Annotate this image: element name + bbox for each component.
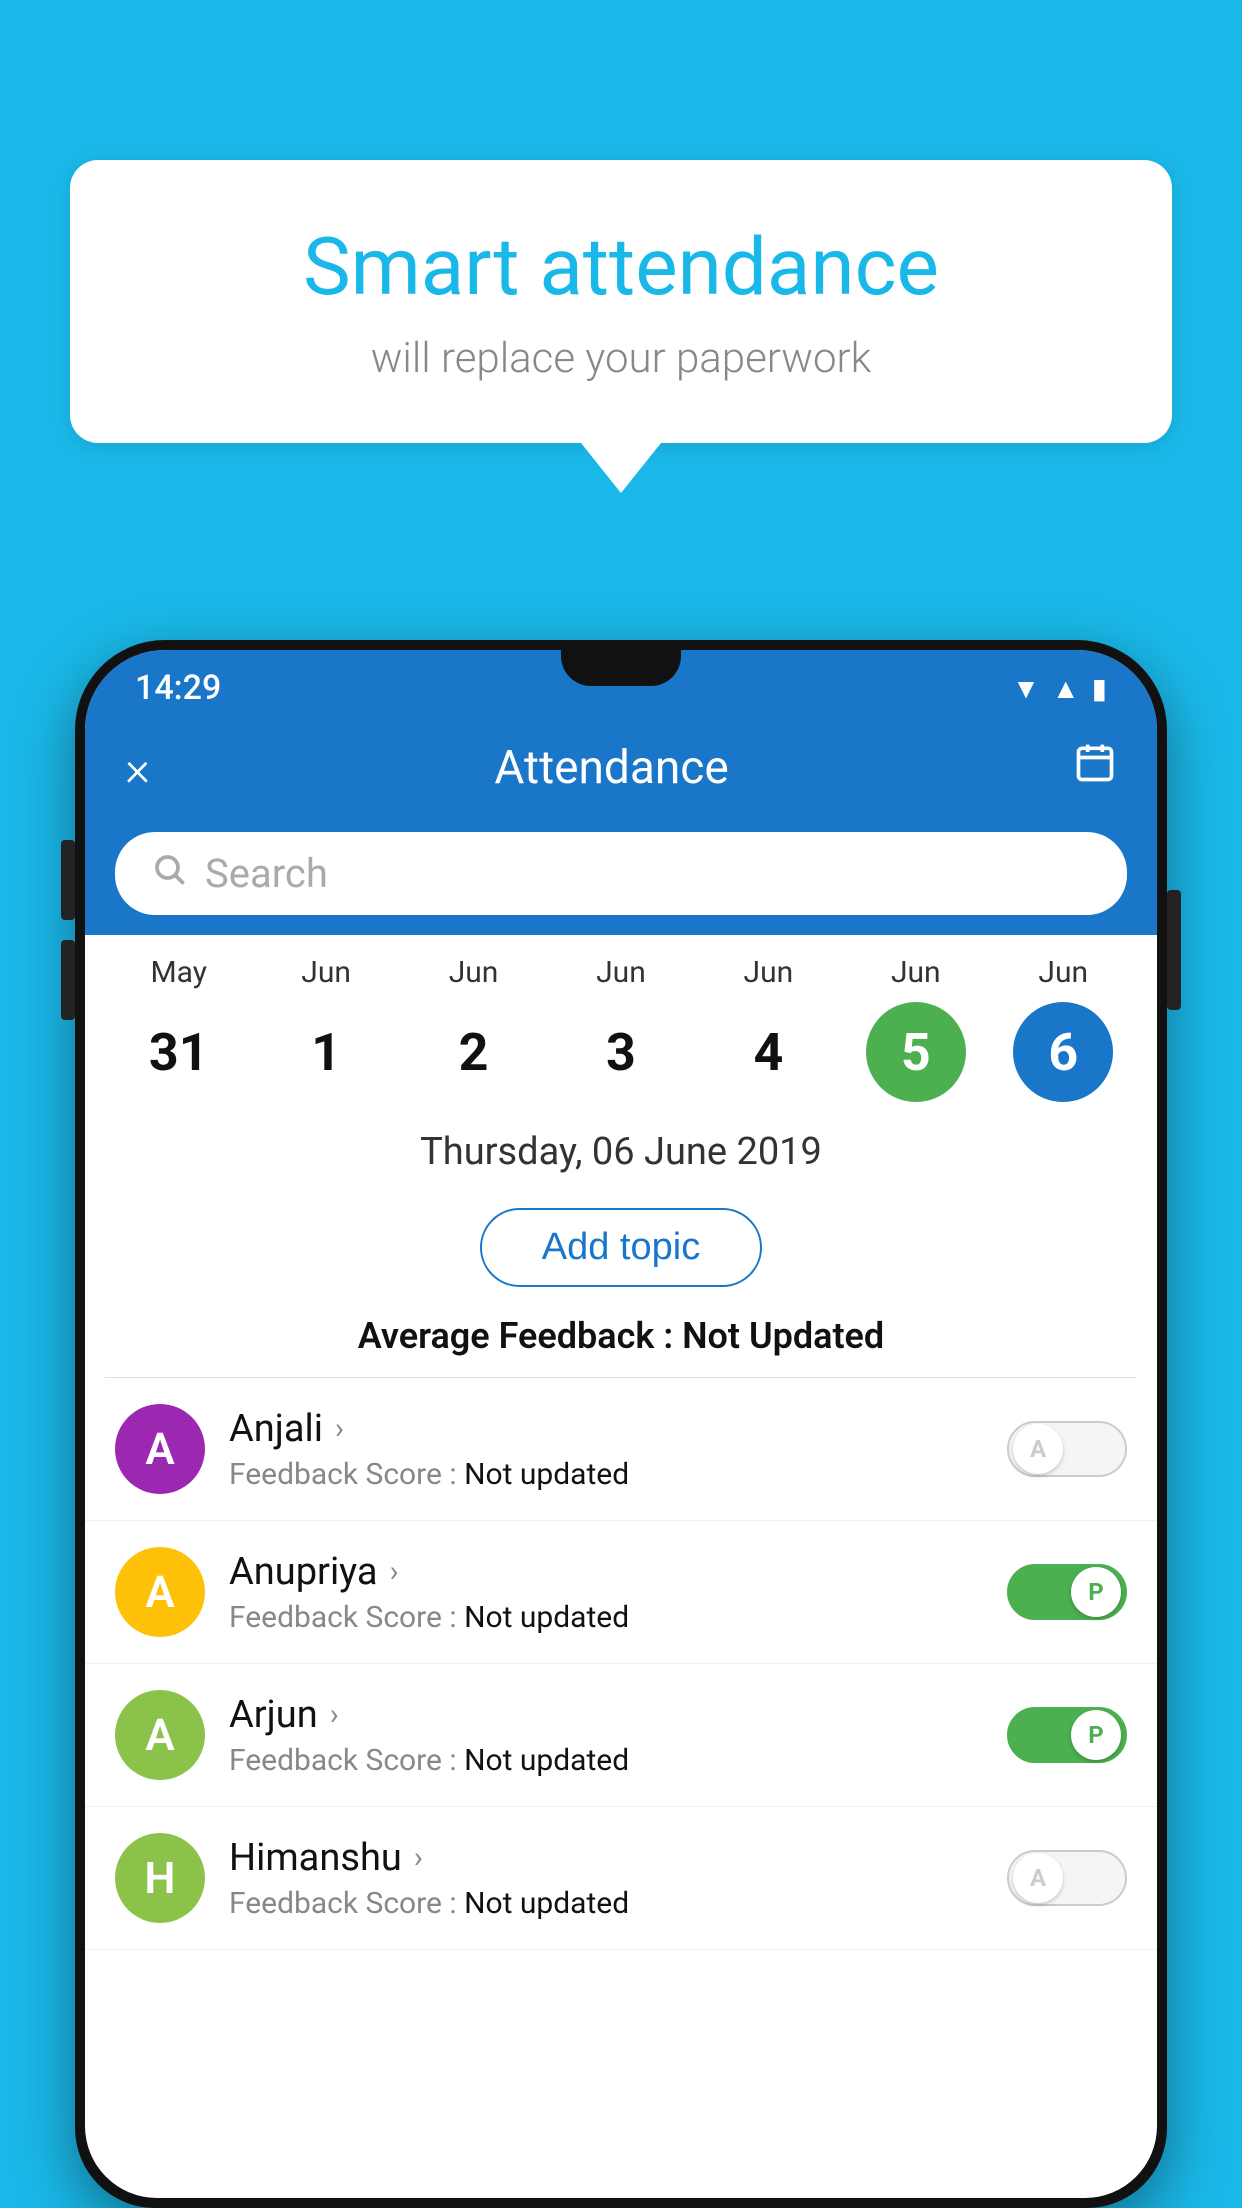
search-bar-container: Search <box>85 818 1157 935</box>
student-feedback: Feedback Score : Not updated <box>229 1457 983 1492</box>
cal-day: 4 <box>718 1002 818 1102</box>
cal-month: May <box>150 955 206 990</box>
cal-month: Jun <box>1038 955 1088 990</box>
student-feedback: Feedback Score : Not updated <box>229 1886 983 1921</box>
avatar: A <box>115 1547 205 1637</box>
student-info[interactable]: Anupriya › Feedback Score : Not updated <box>229 1550 983 1635</box>
calendar-item-may31[interactable]: May 31 <box>114 955 244 1102</box>
add-topic-container: Add topic <box>85 1190 1157 1305</box>
wifi-icon: ▼ <box>1012 672 1040 705</box>
speech-bubble: Smart attendance will replace your paper… <box>70 160 1172 493</box>
chevron-right-icon: › <box>414 1840 423 1875</box>
app-header: × Attendance <box>85 718 1157 818</box>
toggle-thumb: A <box>1013 1853 1063 1903</box>
date-info: Thursday, 06 June 2019 <box>85 1102 1157 1190</box>
toggle-thumb: P <box>1071 1710 1121 1760</box>
avg-feedback-value: Not Updated <box>682 1315 884 1357</box>
phone-screen: 14:29 ▼ ▲ ▮ × Attendance <box>85 650 1157 2198</box>
avatar: H <box>115 1833 205 1923</box>
toggle-off[interactable]: A <box>1007 1421 1127 1477</box>
calendar-item-jun4[interactable]: Jun 4 <box>703 955 833 1102</box>
calendar-item-jun3[interactable]: Jun 3 <box>556 955 686 1102</box>
cal-month: Jun <box>596 955 646 990</box>
avg-feedback-label: Average Feedback : <box>358 1315 673 1357</box>
attendance-toggle[interactable]: A <box>1007 1850 1127 1906</box>
cal-month: Jun <box>744 955 794 990</box>
student-info[interactable]: Himanshu › Feedback Score : Not updated <box>229 1836 983 1921</box>
toggle-on[interactable]: P <box>1007 1707 1127 1763</box>
calendar-item-jun5[interactable]: Jun 5 <box>851 955 981 1102</box>
student-feedback: Feedback Score : Not updated <box>229 1600 983 1635</box>
cal-day: 31 <box>129 1002 229 1102</box>
volume-down-button <box>61 940 75 1020</box>
avg-feedback: Average Feedback : Not Updated <box>85 1305 1157 1377</box>
cal-day-today: 6 <box>1013 1002 1113 1102</box>
chevron-right-icon: › <box>335 1411 344 1446</box>
list-item: H Himanshu › Feedback Score : Not update… <box>85 1807 1157 1950</box>
student-name: Anjali › <box>229 1407 983 1451</box>
avatar: A <box>115 1690 205 1780</box>
cal-month: Jun <box>449 955 499 990</box>
student-name: Himanshu › <box>229 1836 983 1880</box>
student-name: Anupriya › <box>229 1550 983 1594</box>
cal-month: Jun <box>301 955 351 990</box>
student-list: A Anjali › Feedback Score : Not updated … <box>85 1378 1157 1950</box>
attendance-toggle[interactable]: P <box>1007 1707 1127 1763</box>
list-item: A Anupriya › Feedback Score : Not update… <box>85 1521 1157 1664</box>
toggle-off[interactable]: A <box>1007 1850 1127 1906</box>
calendar-icon[interactable] <box>1073 741 1117 795</box>
student-info[interactable]: Arjun › Feedback Score : Not updated <box>229 1693 983 1778</box>
close-button[interactable]: × <box>125 740 150 797</box>
power-button <box>1167 890 1181 1010</box>
bubble-tail <box>581 443 661 493</box>
cal-day-selected: 5 <box>866 1002 966 1102</box>
attendance-toggle[interactable]: P <box>1007 1564 1127 1620</box>
chevron-right-icon: › <box>390 1554 399 1589</box>
attendance-toggle[interactable]: A <box>1007 1421 1127 1477</box>
toggle-thumb: A <box>1013 1424 1063 1474</box>
cal-day: 2 <box>424 1002 524 1102</box>
search-icon <box>151 851 187 896</box>
phone-notch <box>561 650 681 686</box>
bubble-subtitle: will replace your paperwork <box>150 334 1092 383</box>
calendar-item-jun2[interactable]: Jun 2 <box>409 955 539 1102</box>
student-name: Arjun › <box>229 1693 983 1737</box>
bubble-title: Smart attendance <box>150 220 1092 314</box>
signal-icon: ▲ <box>1052 672 1080 705</box>
student-info[interactable]: Anjali › Feedback Score : Not updated <box>229 1407 983 1492</box>
list-item: A Arjun › Feedback Score : Not updated P <box>85 1664 1157 1807</box>
list-item: A Anjali › Feedback Score : Not updated … <box>85 1378 1157 1521</box>
calendar-item-jun6[interactable]: Jun 6 <box>998 955 1128 1102</box>
add-topic-button[interactable]: Add topic <box>480 1208 762 1287</box>
toggle-thumb: P <box>1071 1567 1121 1617</box>
search-input[interactable]: Search <box>205 850 1091 897</box>
volume-up-button <box>61 840 75 920</box>
avatar: A <box>115 1404 205 1494</box>
status-time: 14:29 <box>135 668 221 708</box>
toggle-on[interactable]: P <box>1007 1564 1127 1620</box>
selected-date-label: Thursday, 06 June 2019 <box>420 1130 822 1174</box>
header-title: Attendance <box>494 741 728 795</box>
student-feedback: Feedback Score : Not updated <box>229 1743 983 1778</box>
chevron-right-icon: › <box>330 1697 339 1732</box>
cal-month: Jun <box>891 955 941 990</box>
phone-frame: 14:29 ▼ ▲ ▮ × Attendance <box>75 640 1167 2208</box>
cal-day: 3 <box>571 1002 671 1102</box>
battery-icon: ▮ <box>1092 672 1107 705</box>
cal-day: 1 <box>276 1002 376 1102</box>
search-bar[interactable]: Search <box>115 832 1127 915</box>
status-icons: ▼ ▲ ▮ <box>1012 672 1107 705</box>
calendar-item-jun1[interactable]: Jun 1 <box>261 955 391 1102</box>
calendar-row: May 31 Jun 1 Jun 2 Jun 3 Jun 4 Jun 5 <box>85 935 1157 1102</box>
